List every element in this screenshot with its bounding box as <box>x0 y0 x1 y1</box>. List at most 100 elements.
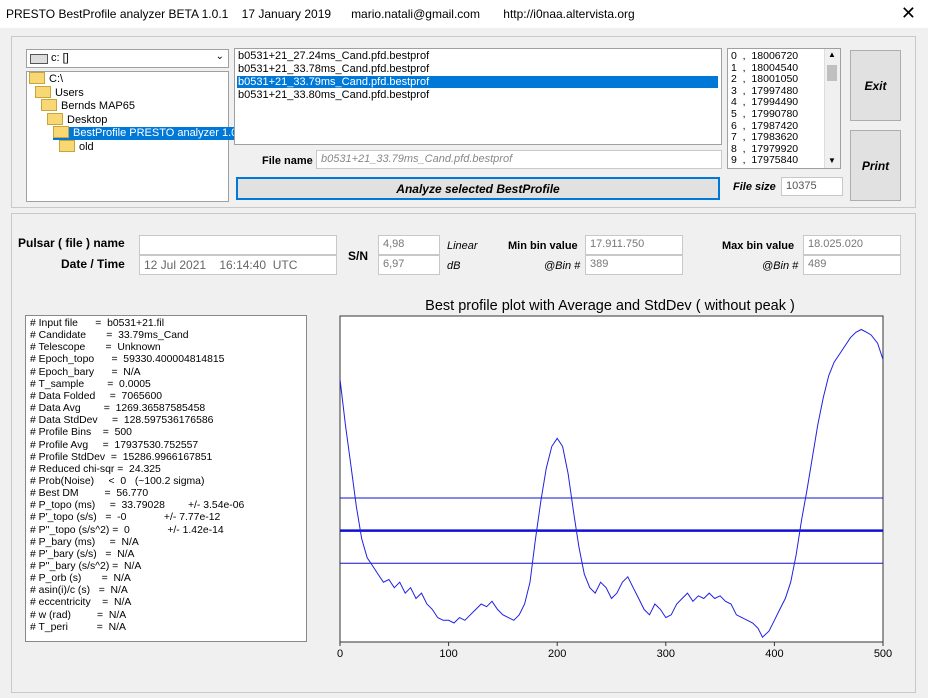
min-bin-at-label: @Bin # <box>544 260 581 272</box>
folder-icon <box>35 85 51 98</box>
stats-line: # w (rad) = N/A <box>30 609 127 621</box>
file-item[interactable]: b0531+21_33.80ms_Cand.pfd.bestprof <box>237 89 718 101</box>
stats-line: # P''_bary (s/s^2) = N/A <box>30 561 142 572</box>
stats-line: # Telescope = Unknown <box>30 342 161 354</box>
min-bin-at-field: 389 <box>585 255 683 275</box>
file-item[interactable]: b0531+21_33.78ms_Cand.pfd.bestprof <box>237 63 718 75</box>
filesize-label: File size <box>733 181 776 193</box>
close-icon[interactable]: ✕ <box>901 3 916 24</box>
sn-linear-label: Linear <box>447 240 478 252</box>
pulsar-name-field <box>139 235 337 255</box>
stats-line: # P_topo (ms) = 33.79028 +/- 3.54e-06 <box>30 500 245 512</box>
exit-button[interactable]: Exit <box>850 50 901 121</box>
tree-item[interactable]: BestProfile PRESTO analyzer 1.0.1.e <box>53 126 256 140</box>
bin-item[interactable]: 9 , 17975840 <box>731 154 798 166</box>
x-tick-label: 200 <box>548 648 566 660</box>
stats-line: # Profile Bins = 500 <box>30 427 132 439</box>
drive-icon <box>30 54 48 64</box>
filename-label: File name <box>262 155 313 167</box>
stats-line: # Epoch_topo = 59330.400004814815 <box>30 354 225 366</box>
folder-icon <box>47 112 63 125</box>
tree-item-label: Users <box>55 86 84 99</box>
bin-item[interactable]: 2 , 18001050 <box>731 73 798 85</box>
x-tick-label: 500 <box>874 648 892 660</box>
bin-item[interactable]: 5 , 17990780 <box>731 108 798 120</box>
stats-line: # P'_topo (s/s) = -0 +/- 7.77e-12 <box>30 512 221 524</box>
min-bin-label: Min bin value <box>508 240 578 252</box>
file-item[interactable]: b0531+21_33.79ms_Cand.pfd.bestprof <box>237 76 718 88</box>
profile-chart: Best profile plot with Average and StdDe… <box>337 298 892 660</box>
max-bin-field: 18.025.020 <box>803 235 901 255</box>
scroll-up-icon[interactable]: ▲ <box>828 50 836 59</box>
pulsar-name-label: Pulsar ( file ) name <box>18 236 125 250</box>
scroll-thumb[interactable] <box>827 65 837 81</box>
max-bin-at-field: 489 <box>803 255 901 275</box>
scroll-down-icon[interactable]: ▼ <box>828 156 836 165</box>
folder-icon <box>41 99 57 112</box>
file-item[interactable]: b0531+21_27.24ms_Cand.pfd.bestprof <box>237 50 718 62</box>
tree-item-label: C:\ <box>49 73 64 85</box>
file-list[interactable]: b0531+21_27.24ms_Cand.pfd.bestprof b0531+… <box>234 48 722 145</box>
x-tick-label: 0 <box>337 648 343 660</box>
bin-list[interactable]: 0 , 18006720 1 , 18004540 2 , 18001050 3 , … <box>727 48 841 169</box>
filename-field[interactable]: b0531+21_33.79ms_Cand.pfd.bestprof <box>316 150 722 169</box>
date-field: 12 Jul 2021 16:14:40 UTC <box>139 255 337 275</box>
tree-item[interactable]: Desktop <box>47 112 108 127</box>
stats-line: # Data Avg = 1269.36587585458 <box>30 403 206 415</box>
stats-line: # Profile StdDev = 15286.9966167851 <box>30 451 213 463</box>
sn-db-label: dB <box>447 260 461 272</box>
stats-line: # Data Folded = 7065600 <box>30 390 162 402</box>
tree-item[interactable]: old <box>59 139 94 154</box>
stats-line: # asin(i)/c (s) = N/A <box>30 585 128 597</box>
folder-icon <box>29 72 45 85</box>
bin-item[interactable]: 1 , 18004540 <box>731 62 798 74</box>
x-tick-label: 300 <box>657 648 675 660</box>
drive-value: c: [] <box>51 52 69 64</box>
stats-line: # P'_bary (s/s) = N/A <box>30 548 135 560</box>
max-bin-at-label: @Bin # <box>762 260 799 272</box>
drive-select[interactable]: c: [] ⌄ <box>26 49 229 68</box>
scrollbar[interactable]: ▲ ▼ <box>824 49 840 168</box>
analyze-button[interactable]: Analyze selected BestProfile <box>236 177 720 200</box>
bin-item[interactable]: 4 , 17994490 <box>731 96 798 108</box>
stats-line: # Candidate = 33.79ms_Cand <box>30 330 189 342</box>
stats-line: # T_peri = N/A <box>30 621 126 633</box>
max-bin-label: Max bin value <box>722 240 795 252</box>
min-bin-field: 17.911.750 <box>585 235 683 255</box>
folder-icon <box>53 126 69 139</box>
bin-item[interactable]: 6 , 17987420 <box>731 120 798 132</box>
stats-line: # P''_topo (s/s^2) = 0 +/- 1.42e-14 <box>30 524 224 536</box>
tree-item-label: old <box>79 140 94 153</box>
tree-item-label: Desktop <box>67 113 108 126</box>
tree-item-label: BestProfile PRESTO analyzer 1.0.1.e <box>73 127 256 139</box>
sn-label: S/N <box>348 249 369 263</box>
filesize-field: 10375 <box>781 177 843 196</box>
sn-db-field: 6,97 <box>378 255 440 275</box>
folder-icon <box>59 139 75 152</box>
x-tick-label: 400 <box>765 648 783 660</box>
window-title: PRESTO BestProfile analyzer BETA 1.0.1 1… <box>6 7 635 21</box>
stats-textbox[interactable]: # Input file = b0531+21.fil # Candidate =… <box>25 315 307 642</box>
stats-line: # Best DM = 56.770 <box>30 488 149 500</box>
stats-line: # Data StdDev = 128.597536176586 <box>30 415 214 427</box>
bin-item[interactable]: 8 , 17979920 <box>731 143 798 155</box>
chevron-down-icon[interactable]: ⌄ <box>216 51 224 62</box>
tree-item[interactable]: C:\ <box>29 72 64 86</box>
date-label: Date / Time <box>61 257 125 271</box>
stats-line: # P_orb (s) = N/A <box>30 573 131 585</box>
stats-line: # Prob(Noise) < 0 (~100.2 sigma) <box>30 475 205 487</box>
tree-item-label: Bernds MAP65 <box>61 100 135 112</box>
print-button[interactable]: Print <box>850 130 901 201</box>
tree-item[interactable]: Users <box>35 85 84 100</box>
bin-item[interactable]: 0 , 18006720 <box>731 50 798 62</box>
stats-line: # eccentricity = N/A <box>30 597 132 609</box>
stats-line: # Input file = b0531+21.fil <box>30 318 165 329</box>
sn-linear-field: 4,98 <box>378 235 440 255</box>
stats-line: # P_bary (ms) = N/A <box>30 536 139 548</box>
stats-line: # Profile Avg = 17937530.752557 <box>30 439 199 451</box>
title-bar: PRESTO BestProfile analyzer BETA 1.0.1 1… <box>0 0 928 28</box>
tree-item[interactable]: Bernds MAP65 <box>41 99 135 113</box>
folder-tree[interactable]: C:\ Users Bernds MAP65 Desktop BestProfile P… <box>26 71 256 202</box>
bin-item[interactable]: 7 , 17983620 <box>731 131 798 143</box>
bin-item[interactable]: 3 , 17997480 <box>731 85 798 97</box>
